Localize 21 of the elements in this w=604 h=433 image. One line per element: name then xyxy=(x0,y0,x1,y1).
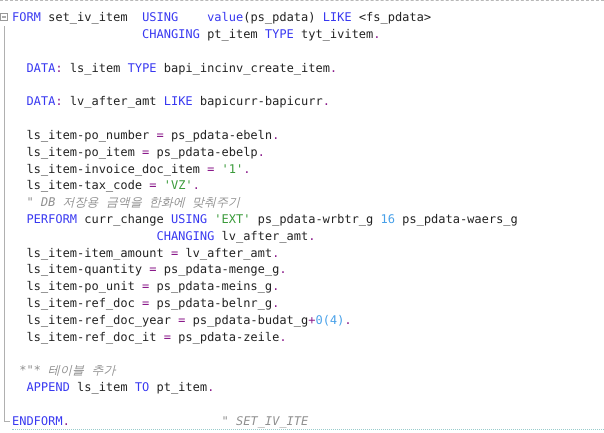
code-line: CHANGING pt_item TYPE tyt_ivitem. xyxy=(141,26,380,42)
code-line: ls_item-po_item = ps_pdata-ebelp. xyxy=(25,144,265,160)
collapse-icon[interactable] xyxy=(0,13,8,21)
code-line: ls_item-invoice_doc_item = '1'. xyxy=(25,160,250,177)
code-line: " DB 저장용 금액을 한화에 맞춰주기 xyxy=(25,194,240,210)
code-line: ls_item-ref_doc_year = ps_pdata-budat_g+0(4). xyxy=(25,312,352,328)
code-line: ls_item-quantity = ps_pdata-menge_g. xyxy=(25,261,287,278)
code-line: CHANGING lv_after_amt. xyxy=(155,228,316,244)
code-line: ls_item-po_number = ps_pdata-ebeln. xyxy=(25,126,280,143)
code-line: ENDFORM. " SET_IV_ITE xyxy=(12,412,308,429)
code-line: ls_item-po_unit = ps_pdata-meins_g. xyxy=(25,278,280,294)
code-line: ls_item-tax_code = 'VZ'. xyxy=(25,177,200,194)
code-line: APPEND ls_item TO pt_item. xyxy=(25,378,214,395)
code-line: ls_item-item_amount = lv_after_amt. xyxy=(25,244,280,261)
code-line: PERFORM curr_change USING 'EXT' ps_pdata-wrbtr_g 16 ps_pdata-waers_g xyxy=(25,210,518,227)
code-line: *"* 테이블 추가 xyxy=(18,362,116,378)
code-line: ls_item-ref_doc_it = ps_pdata-zeile. xyxy=(25,328,287,345)
code-line: DATA: lv_after_amt LIKE bapicurr-bapicurr. xyxy=(25,93,330,110)
code-line: ls_item-ref_doc = ps_pdata-belnr_g. xyxy=(25,294,280,311)
code-line: FORM set_iv_item USING value(ps_pdata) LIKE <fs_pdata> xyxy=(12,9,432,26)
code-line: DATA: ls_item TYPE bapi_incinv_create_item. xyxy=(25,60,338,76)
